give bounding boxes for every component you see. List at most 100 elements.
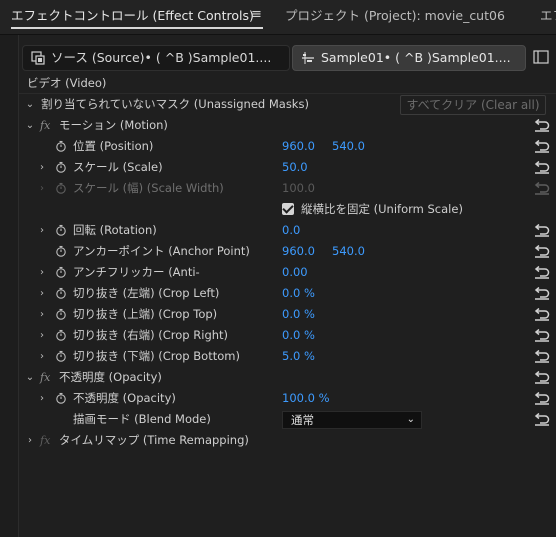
chevron-right-icon[interactable]: › xyxy=(37,388,47,409)
anchor-point-label: アンカーポイント (Anchor Point) xyxy=(73,244,250,258)
chevron-right-icon[interactable]: › xyxy=(37,283,47,304)
crop-top-label: 切り抜き (上端) (Crop Top) xyxy=(73,307,218,321)
opacity-label: 不透明度 (Opacity) xyxy=(73,391,176,405)
anti-flicker-value[interactable]: 0.00 xyxy=(282,262,308,283)
stopwatch-icon[interactable] xyxy=(55,350,67,362)
blend-mode-dropdown[interactable]: 通常 ⌄ xyxy=(282,411,422,429)
scale-label: スケール (Scale) xyxy=(73,160,163,174)
opacity-value[interactable]: 100.0 % xyxy=(282,388,330,409)
motion-label: モーション (Motion) xyxy=(59,118,168,132)
panel-menu-icon[interactable]: ≡ xyxy=(251,7,262,22)
rotation-value[interactable]: 0.0 xyxy=(282,220,300,241)
stopwatch-icon[interactable] xyxy=(55,329,67,341)
anchor-point-y-value[interactable]: 540.0 xyxy=(332,241,365,262)
fx-icon[interactable]: fx xyxy=(40,367,50,388)
chevron-down-icon[interactable]: ⌄ xyxy=(25,115,35,136)
stopwatch-icon[interactable] xyxy=(55,245,67,257)
opacity-effect-label: 不透明度 (Opacity) xyxy=(59,370,162,384)
position-y-value[interactable]: 540.0 xyxy=(332,136,365,157)
uniform-scale-checkbox[interactable] xyxy=(282,203,294,215)
anchor-point-row: アンカーポイント (Anchor Point) 960.0 540.0 xyxy=(19,241,556,262)
crop-top-row: › 切り抜き (上端) (Crop Top) 0.0 % xyxy=(19,304,556,325)
chevron-right-icon: › xyxy=(40,183,44,194)
scale-width-row: › スケール (幅) (Scale Width) 100.0 xyxy=(19,178,556,199)
chevron-right-icon[interactable]: › xyxy=(37,262,47,283)
source-clip-selector[interactable]: ソース (Source)• ( ^B )Sample01.... xyxy=(22,45,290,71)
stopwatch-icon[interactable] xyxy=(55,392,67,404)
opacity-row: › 不透明度 (Opacity) 100.0 % xyxy=(19,388,556,409)
reset-icon[interactable] xyxy=(534,308,550,321)
chevron-right-icon[interactable]: › xyxy=(25,430,35,451)
time-remapping-row[interactable]: › fx タイムリマップ (Time Remapping) xyxy=(19,430,556,451)
motion-effect-row[interactable]: ⌄ fx モーション (Motion) xyxy=(19,115,556,136)
anchor-point-x-value[interactable]: 960.0 xyxy=(282,241,315,262)
chevron-down-icon: ⌄ xyxy=(406,414,415,425)
unassigned-masks-row[interactable]: ⌄ 割り当てられていないマスク (Unassigned Masks) すべてクリ… xyxy=(19,94,556,115)
sequence-clip-selector[interactable]: Sample01• ( ^B )Sample01.... xyxy=(292,45,526,71)
reset-icon[interactable] xyxy=(534,392,550,405)
reset-icon[interactable] xyxy=(534,245,550,258)
reset-icon[interactable] xyxy=(534,140,550,153)
unassigned-masks-label: 割り当てられていないマスク (Unassigned Masks) xyxy=(41,97,309,111)
position-x-value[interactable]: 960.0 xyxy=(282,136,315,157)
stopwatch-icon[interactable] xyxy=(55,266,67,278)
chevron-down-icon[interactable]: ⌄ xyxy=(25,367,35,388)
section-video-label: ビデオ (Video) xyxy=(27,76,107,90)
fx-icon: fx xyxy=(40,434,51,447)
rotation-row: › 回転 (Rotation) 0.0 xyxy=(19,220,556,241)
fx-icon[interactable]: fx xyxy=(40,115,50,136)
scale-row: › スケール (Scale) 50.0 xyxy=(19,157,556,178)
panel-sidebar-icon[interactable] xyxy=(533,50,549,64)
sequence-icon xyxy=(302,52,314,64)
chevron-right-icon[interactable]: › xyxy=(37,304,47,325)
blend-mode-row: 描画モード (Blend Mode) 通常 ⌄ xyxy=(19,409,556,430)
uniform-scale-row: 縦横比を固定 (Uniform Scale) xyxy=(19,199,556,220)
chevron-right-icon[interactable]: › xyxy=(37,346,47,367)
uniform-scale-label[interactable]: 縦横比を固定 (Uniform Scale) xyxy=(301,199,463,220)
crop-right-value[interactable]: 0.0 % xyxy=(282,325,315,346)
chevron-down-icon[interactable]: ⌄ xyxy=(25,94,35,115)
effect-controls-panel: ソース (Source)• ( ^B )Sample01.... Sample0… xyxy=(18,35,556,537)
tab-project[interactable]: プロジェクト (Project): movie_cut06 xyxy=(285,6,505,26)
chevron-right-icon[interactable]: › xyxy=(37,220,47,241)
scale-width-label: スケール (幅) (Scale Width) xyxy=(73,181,224,195)
crop-bottom-value[interactable]: 5.0 % xyxy=(282,346,315,367)
reset-icon[interactable] xyxy=(534,224,550,237)
reset-icon[interactable] xyxy=(534,161,550,174)
reset-icon[interactable] xyxy=(534,371,550,384)
sequence-clip-label: Sample01• ( ^B )Sample01.... xyxy=(321,50,511,65)
crop-left-value[interactable]: 0.0 % xyxy=(282,283,315,304)
panel-tab-bar: エフェクトコントロール (Effect Controls) ≡ プロジェクト (… xyxy=(0,0,556,35)
reset-icon[interactable] xyxy=(534,266,550,279)
scale-value[interactable]: 50.0 xyxy=(282,157,308,178)
source-clip-label: ソース (Source)• ( ^B )Sample01.... xyxy=(51,50,272,65)
reset-icon[interactable] xyxy=(534,350,550,363)
blend-mode-label: 描画モード (Blend Mode) xyxy=(73,412,211,426)
tab-overflow[interactable]: エフ xyxy=(540,6,556,26)
time-remapping-label: タイムリマップ (Time Remapping) xyxy=(59,433,249,447)
reset-icon[interactable] xyxy=(534,413,550,426)
clear-all-button[interactable]: すべてクリア (Clear all) xyxy=(400,95,546,115)
reset-icon[interactable] xyxy=(534,287,550,300)
reset-icon[interactable] xyxy=(534,119,550,132)
reset-icon xyxy=(534,182,550,195)
crop-top-value[interactable]: 0.0 % xyxy=(282,304,315,325)
stopwatch-icon[interactable] xyxy=(55,287,67,299)
stopwatch-icon[interactable] xyxy=(55,308,67,320)
source-clip-icon xyxy=(31,51,45,65)
anti-flicker-row: › アンチフリッカー (Anti- 0.00 xyxy=(19,262,556,283)
crop-left-label: 切り抜き (左端) (Crop Left) xyxy=(73,286,220,300)
position-label: 位置 (Position) xyxy=(73,139,154,153)
opacity-effect-row[interactable]: ⌄ fx 不透明度 (Opacity) xyxy=(19,367,556,388)
chevron-right-icon[interactable]: › xyxy=(37,325,47,346)
tab-effect-controls[interactable]: エフェクトコントロール (Effect Controls) xyxy=(11,6,254,26)
active-tab-underline xyxy=(11,27,263,29)
stopwatch-icon[interactable] xyxy=(55,140,67,152)
chevron-right-icon[interactable]: › xyxy=(37,157,47,178)
rotation-label: 回転 (Rotation) xyxy=(73,223,157,237)
stopwatch-icon xyxy=(55,182,67,194)
stopwatch-icon[interactable] xyxy=(55,224,67,236)
scale-width-value: 100.0 xyxy=(282,181,315,195)
stopwatch-icon[interactable] xyxy=(55,161,67,173)
reset-icon[interactable] xyxy=(534,329,550,342)
